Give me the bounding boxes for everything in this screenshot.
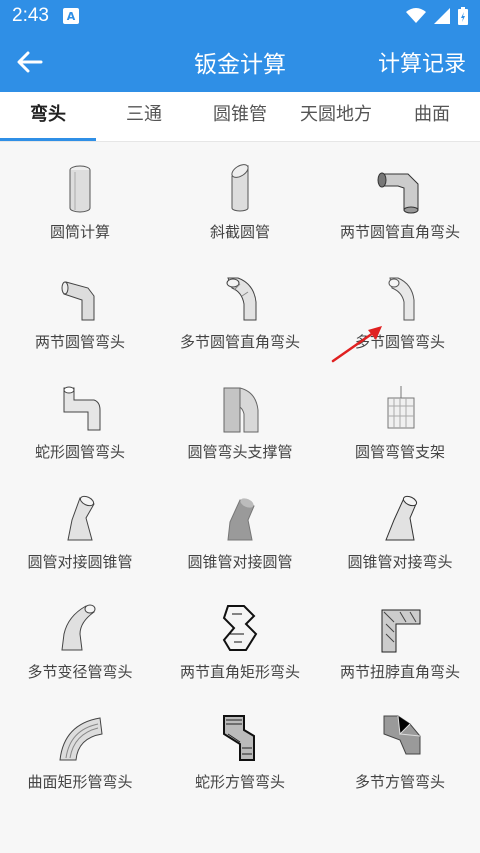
battery-icon <box>458 7 468 25</box>
grid-item-label: 圆锥管对接弯头 <box>347 553 453 571</box>
back-button[interactable] <box>0 32 60 92</box>
rectangular-elbow-icon <box>222 605 258 651</box>
status-indicators <box>406 7 468 25</box>
snake-square-elbow-icon <box>223 715 255 761</box>
pipe-bracket-icon <box>387 386 415 429</box>
tab-cone[interactable]: 圆锥管 <box>192 92 288 141</box>
arrow-left-icon <box>17 51 43 73</box>
pipe-to-cone-icon <box>67 495 95 541</box>
grid-item-rectangular-elbow[interactable]: 两节直角矩形弯头 <box>160 590 320 700</box>
grid-item-multi-section-right-angle-elbow[interactable]: 多节圆管直角弯头 <box>160 260 320 370</box>
notification-badge-icon: A <box>62 8 79 24</box>
grid-item-label: 两节直角矩形弯头 <box>179 663 300 681</box>
grid-item-label: 两节圆管弯头 <box>34 333 125 351</box>
grid-item-label: 两节圆管直角弯头 <box>339 223 460 241</box>
grid-item-label: 多节圆管弯头 <box>354 333 445 351</box>
two-section-right-angle-elbow-icon <box>377 172 419 214</box>
tab-elbow[interactable]: 弯头 <box>0 92 96 141</box>
reducing-elbow-icon <box>61 604 96 651</box>
cylinder-icon <box>69 165 91 213</box>
grid-item-label: 斜截圆管 <box>209 223 270 241</box>
app-bar: 钣金计算 计算记录 <box>0 32 480 92</box>
grid-item-multi-section-square-elbow[interactable]: 多节方管弯头 <box>320 700 480 810</box>
grid-item-label: 蛇形圆管弯头 <box>34 443 125 461</box>
grid-item-curved-rectangular-elbow[interactable]: 曲面矩形管弯头 <box>0 700 160 810</box>
multi-section-square-elbow-icon <box>383 715 421 755</box>
grid-item-reducing-elbow[interactable]: 多节变径管弯头 <box>0 590 160 700</box>
grid-item-label: 圆管对接圆锥管 <box>27 553 133 571</box>
grid-item-label: 蛇形方管弯头 <box>194 773 285 791</box>
tab-tee[interactable]: 三通 <box>96 92 192 141</box>
grid-item-label: 圆锥管对接圆管 <box>187 553 293 571</box>
grid-item-two-section-elbow[interactable]: 两节圆管弯头 <box>0 260 160 370</box>
grid-item-snake-elbow[interactable]: 蛇形圆管弯头 <box>0 370 160 480</box>
oblique-cut-pipe-icon <box>231 164 249 212</box>
grid-item-label: 圆管弯管支架 <box>354 443 445 461</box>
curved-rectangular-elbow-icon <box>59 717 103 761</box>
status-time: 2:43 <box>12 5 49 26</box>
grid-item-pipe-bracket[interactable]: 圆管弯管支架 <box>320 370 480 480</box>
grid-item-cone-to-elbow[interactable]: 圆锥管对接弯头 <box>320 480 480 590</box>
grid-item-oblique-cut-pipe[interactable]: 斜截圆管 <box>160 150 320 260</box>
grid-item-twisted-neck-elbow[interactable]: 两节扭脖直角弯头 <box>320 590 480 700</box>
category-tabs: 弯头 三通 圆锥管 天圆地方 曲面 <box>0 92 480 142</box>
grid-item-label: 两节扭脖直角弯头 <box>339 663 460 681</box>
grid-item-snake-square-elbow[interactable]: 蛇形方管弯头 <box>160 700 320 810</box>
two-section-elbow-icon <box>61 281 95 321</box>
snake-elbow-icon <box>63 386 101 431</box>
grid-item-multi-section-elbow[interactable]: 多节圆管弯头 <box>320 260 480 370</box>
status-bar: 2:43 A <box>0 0 480 32</box>
grid-item-pipe-to-cone[interactable]: 圆管对接圆锥管 <box>0 480 160 590</box>
elbow-support-pipe-icon <box>223 387 259 433</box>
grid-item-two-section-right-angle-elbow[interactable]: 两节圆管直角弯头 <box>320 150 480 260</box>
tab-round-to-square[interactable]: 天圆地方 <box>288 92 384 141</box>
grid-item-elbow-support-pipe[interactable]: 圆管弯头支撑管 <box>160 370 320 480</box>
multi-section-right-angle-elbow-icon <box>226 277 257 321</box>
grid-item-label: 多节圆管直角弯头 <box>179 333 300 351</box>
grid-item-label: 多节方管弯头 <box>354 773 445 791</box>
grid-item-label: 曲面矩形管弯头 <box>27 773 133 791</box>
wifi-icon <box>406 8 426 23</box>
cone-to-elbow-icon <box>385 495 418 541</box>
multi-section-elbow-icon <box>388 277 415 321</box>
cone-to-pipe-icon <box>227 498 255 541</box>
grid-item-label: 圆筒计算 <box>49 223 110 241</box>
twisted-neck-elbow-icon <box>381 609 421 653</box>
calculation-history-button[interactable]: 计算记录 <box>378 46 480 78</box>
grid-item-cone-to-pipe[interactable]: 圆锥管对接圆管 <box>160 480 320 590</box>
tab-curved-surface[interactable]: 曲面 <box>384 92 480 141</box>
calculator-grid: 圆筒计算 斜截圆管 两节圆管直角弯头 两节圆管弯头 多节圆管直角弯头 多节圆管弯… <box>0 150 480 810</box>
grid-item-label: 圆管弯头支撑管 <box>187 443 293 461</box>
grid-item-cylinder[interactable]: 圆筒计算 <box>0 150 160 260</box>
grid-item-label: 多节变径管弯头 <box>27 663 133 681</box>
signal-icon <box>434 8 450 24</box>
